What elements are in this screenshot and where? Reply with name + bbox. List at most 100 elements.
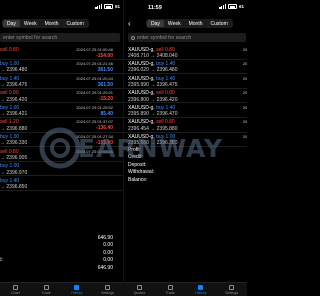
deal-symbol: XAUUSD-g bbox=[128, 90, 154, 97]
summary-row: wal: 0.00 bbox=[0, 257, 123, 264]
tab-history[interactable]: History bbox=[67, 285, 87, 295]
deal-type: buy 1.00 bbox=[0, 61, 20, 68]
summary-value: 0.00 bbox=[103, 257, 113, 264]
deal-symbol: XAUUSD-g bbox=[128, 61, 154, 68]
tab-label: Quotes bbox=[133, 291, 146, 295]
tab-trade[interactable]: Trade bbox=[160, 285, 180, 295]
tab-week[interactable]: Week bbox=[164, 20, 185, 27]
deal-prices: → 2396.420 bbox=[0, 96, 28, 103]
summary-label: wal: bbox=[0, 257, 3, 264]
summary-label: Profit: bbox=[128, 147, 142, 153]
deal-row[interactable]: sell 0.80 → 2396.905 2024.07.25 02:03:46 bbox=[0, 147, 123, 162]
summary-row: Withdrawal: bbox=[124, 169, 247, 176]
deal-type: buy 1.00 bbox=[156, 134, 176, 141]
deal-type: buy 1.40 bbox=[156, 61, 176, 68]
trade-icon bbox=[43, 285, 49, 290]
deal-row[interactable]: sell 0.80 → 2396.420 2024.07.25 01:20:21 -1… bbox=[0, 89, 123, 104]
summary-label: Withdrawal: bbox=[128, 169, 155, 176]
deal-type: buy 1.00 bbox=[0, 104, 20, 111]
status-icons: 61 bbox=[95, 4, 120, 9]
deal-time: 2024.0 bbox=[242, 46, 247, 52]
deal-row[interactable]: buy 1.00 → 2396.421 2024.07.25 01:25:52 85.… bbox=[0, 103, 123, 118]
deal-type: sell 0.80 bbox=[0, 90, 19, 97]
status-bar-left: 61 bbox=[0, 0, 123, 14]
tab-trade[interactable]: Trade bbox=[36, 285, 56, 295]
tab-day[interactable]: Day bbox=[3, 20, 20, 27]
tab-settings[interactable]: Settings bbox=[222, 285, 242, 295]
deal-row[interactable]: sell 0.80 2024.07.25 01:00:46 -154.00 bbox=[0, 45, 123, 60]
chart-icon bbox=[12, 285, 18, 290]
deal-row[interactable]: XAUUSD-g, buy 1.402395.890 → 2396.470 202… bbox=[124, 103, 247, 118]
history-panel-left: Day Week Month Custom enter symbol for s… bbox=[0, 14, 123, 282]
battery-icon bbox=[227, 4, 237, 9]
deal-row[interactable]: XAUUSD-g, sell 0.80 2408.710 → 2408.040 20… bbox=[124, 45, 247, 60]
battery-level: 61 bbox=[114, 4, 120, 9]
deal-type: sell 0.80 bbox=[156, 90, 175, 97]
deal-profit: 85.40 bbox=[100, 110, 113, 117]
deal-time: 2024.0 bbox=[242, 61, 247, 67]
deal-row[interactable]: buy 1.00 → 2396.970 bbox=[0, 162, 123, 177]
deal-type: sell 1.20 bbox=[0, 119, 19, 126]
tab-custom[interactable]: Custom bbox=[63, 20, 88, 27]
battery-level: 61 bbox=[238, 4, 244, 9]
signal-icon bbox=[95, 4, 102, 9]
deal-type: sell 0.80 bbox=[156, 119, 175, 126]
summary-row: Balance: bbox=[124, 177, 247, 184]
deal-row[interactable]: XAUUSD-g, sell 0.80 2396.800 → 2396.420 20… bbox=[124, 89, 247, 104]
tab-history[interactable]: History bbox=[191, 285, 211, 295]
deal-row[interactable]: buy 1.00 → 2396.480 2024.07.25 01:21:46 361… bbox=[0, 60, 123, 75]
account-summary: Profit: Credit: Deposit: Withdrawal: Balance… bbox=[124, 147, 247, 184]
deal-header: XAUUSD-g, buy 1.40 bbox=[128, 105, 175, 111]
deal-type: buy 1.40 bbox=[0, 177, 20, 184]
period-segmented-control: Day Week Month Custom bbox=[2, 19, 89, 28]
deal-prices: → 2396.905 bbox=[0, 154, 28, 161]
history-icon bbox=[198, 285, 204, 290]
deal-type: buy 1.40 bbox=[156, 75, 176, 82]
tab-label: Trade bbox=[41, 291, 51, 295]
tab-week[interactable]: Week bbox=[20, 20, 41, 27]
back-chevron-icon[interactable]: ‹ bbox=[128, 19, 131, 28]
deal-row[interactable]: XAUUSD-g, buy 1.002395.580 → 2396.380 202… bbox=[124, 133, 247, 148]
tab-settings[interactable]: Settings bbox=[98, 285, 118, 295]
tab-label: Settings bbox=[225, 291, 239, 295]
deal-row[interactable]: XAUUSD-g, buy 1.402395.990 → 2396.475 202… bbox=[124, 74, 247, 89]
tab-custom[interactable]: Custom bbox=[207, 20, 232, 27]
deal-row[interactable]: buy 1.40 → 2396.475 2024.07.25 01:20:44 361… bbox=[0, 74, 123, 89]
status-bar-right: 11:59 61 bbox=[124, 0, 247, 14]
deal-time: 2024.0 bbox=[242, 90, 247, 96]
tab-month[interactable]: Month bbox=[185, 20, 207, 27]
deal-row[interactable]: buy 1.00 → 2396.330 2024.07.25 01:27:34 -15… bbox=[0, 133, 123, 148]
deal-type: buy 1.40 bbox=[0, 75, 20, 82]
deal-row[interactable]: buy 1.40 → 2396.850 bbox=[0, 176, 123, 191]
deal-prices: 2396.454 → 2395.880 bbox=[128, 125, 178, 132]
tab-chart[interactable]: Chart bbox=[5, 285, 25, 295]
summary-row: Deposit: bbox=[124, 162, 247, 169]
deal-time: 2024.07.25 01:21:46 bbox=[76, 61, 113, 67]
tab-month[interactable]: Month bbox=[41, 20, 63, 27]
deal-time: 2024.0 bbox=[242, 104, 247, 110]
deal-symbol: XAUUSD-g bbox=[128, 119, 154, 126]
settings-icon bbox=[105, 285, 111, 290]
tab-day[interactable]: Day bbox=[147, 20, 164, 27]
deal-row[interactable]: sell 1.20 → 2396.880 2024.07.25 01:37:07 -1… bbox=[0, 118, 123, 133]
deal-profit: 361.50 bbox=[97, 67, 113, 74]
tab-quotes[interactable]: Quotes bbox=[129, 285, 149, 295]
symbol-search-input[interactable]: enter symbol for search bbox=[0, 33, 120, 42]
summary-row: 646.90 bbox=[0, 265, 123, 272]
deal-header: XAUUSD-g, buy 1.40 bbox=[128, 61, 175, 67]
tab-label: History bbox=[71, 291, 83, 295]
tab-label: Trade bbox=[165, 291, 175, 295]
symbol-search-input[interactable]: enter symbol for search bbox=[128, 33, 246, 42]
deal-prices: 2408.710 → 2408.040 bbox=[128, 52, 178, 59]
panel-divider bbox=[123, 0, 124, 296]
deal-symbol: XAUUSD-g bbox=[128, 75, 154, 82]
account-summary: 646.900.000.00wal:0.00646.90 bbox=[0, 235, 123, 272]
status-icons: 61 bbox=[219, 4, 244, 9]
tab-label: Settings bbox=[101, 291, 115, 295]
deal-prices: 2395.580 → 2396.380 bbox=[128, 140, 178, 147]
deal-row[interactable]: XAUUSD-g, sell 0.80 2396.454 → 2395.880 20… bbox=[124, 118, 247, 133]
deal-symbol: XAUUSD-g bbox=[128, 46, 154, 53]
signal-icon bbox=[219, 4, 226, 9]
deal-row[interactable]: XAUUSD-g, buy 1.402396.020 → 2396.480 202… bbox=[124, 60, 247, 75]
deal-time: 2024.07.25 01:00:46 bbox=[76, 46, 113, 52]
